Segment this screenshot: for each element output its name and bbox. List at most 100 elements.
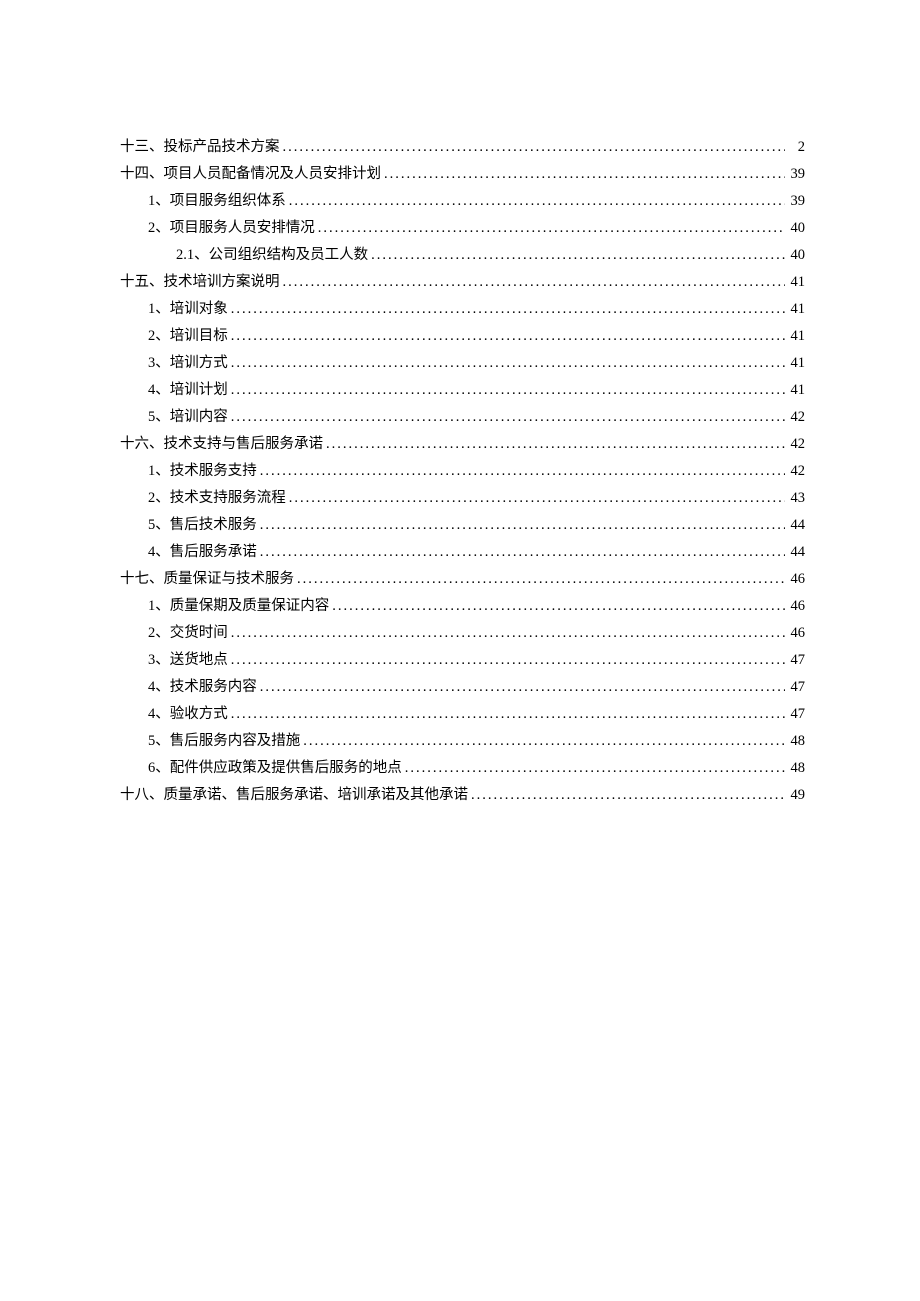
- toc-entry[interactable]: 3、送货地点 47: [120, 653, 805, 668]
- toc-entry-page: 46: [785, 572, 805, 587]
- toc-entry[interactable]: 3、培训方式 41: [120, 356, 805, 371]
- toc-entry-page: 40: [785, 248, 805, 263]
- toc-entry-page: 42: [785, 410, 805, 425]
- toc-entry-page: 44: [785, 518, 805, 533]
- toc-dot-leader: [228, 410, 785, 425]
- toc-dot-leader: [280, 275, 786, 290]
- toc-dot-leader: [257, 464, 785, 479]
- toc-entry-page: 46: [785, 599, 805, 614]
- toc-entry-title: 3、送货地点: [148, 653, 228, 668]
- toc-entry-page: 46: [785, 626, 805, 641]
- toc-dot-leader: [257, 680, 785, 695]
- toc-dot-leader: [257, 518, 785, 533]
- toc-dot-leader: [294, 572, 785, 587]
- toc-entry-page: 48: [785, 761, 805, 776]
- toc-dot-leader: [228, 707, 785, 722]
- toc-entry-page: 49: [785, 788, 805, 803]
- toc-entry-title: 1、培训对象: [148, 302, 228, 317]
- toc-entry-page: 41: [785, 302, 805, 317]
- toc-dot-leader: [323, 437, 785, 452]
- toc-dot-leader: [402, 761, 785, 776]
- toc-entry-page: 48: [785, 734, 805, 749]
- toc-entry-page: 47: [785, 653, 805, 668]
- toc-entry-title: 4、售后服务承诺: [148, 545, 257, 560]
- toc-entry-title: 2、技术支持服务流程: [148, 491, 286, 506]
- toc-entry[interactable]: 5、售后服务内容及措施 48: [120, 734, 805, 749]
- toc-entry-title: 5、售后服务内容及措施: [148, 734, 300, 749]
- toc-entry[interactable]: 4、培训计划 41: [120, 383, 805, 398]
- toc-entry-title: 2、交货时间: [148, 626, 228, 641]
- toc-entry[interactable]: 4、验收方式 47: [120, 707, 805, 722]
- toc-dot-leader: [280, 140, 786, 155]
- toc-entry-page: 39: [785, 194, 805, 209]
- toc-entry-title: 6、配件供应政策及提供售后服务的地点: [148, 761, 402, 776]
- toc-dot-leader: [315, 221, 785, 236]
- toc-entry-title: 十三、投标产品技术方案: [120, 140, 280, 155]
- toc-entry[interactable]: 十三、投标产品技术方案 2: [120, 140, 805, 155]
- toc-entry-title: 2、培训目标: [148, 329, 228, 344]
- toc-entry[interactable]: 1、项目服务组织体系 39: [120, 194, 805, 209]
- toc-entry[interactable]: 1、技术服务支持 42: [120, 464, 805, 479]
- toc-dot-leader: [286, 491, 785, 506]
- toc-entry-title: 2.1、公司组织结构及员工人数: [176, 248, 368, 263]
- toc-dot-leader: [228, 626, 785, 641]
- toc-dot-leader: [286, 194, 785, 209]
- toc-entry-title: 1、项目服务组织体系: [148, 194, 286, 209]
- toc-entry-page: 41: [785, 329, 805, 344]
- toc-entry[interactable]: 十八、质量承诺、售后服务承诺、培训承诺及其他承诺 49: [120, 788, 805, 803]
- toc-entry-title: 十四、项目人员配备情况及人员安排计划: [120, 167, 381, 182]
- toc-dot-leader: [228, 329, 785, 344]
- toc-entry-page: 44: [785, 545, 805, 560]
- toc-entry-title: 2、项目服务人员安排情况: [148, 221, 315, 236]
- toc-dot-leader: [300, 734, 785, 749]
- toc-entry-title: 十八、质量承诺、售后服务承诺、培训承诺及其他承诺: [120, 788, 468, 803]
- toc-entry-title: 3、培训方式: [148, 356, 228, 371]
- toc-dot-leader: [329, 599, 785, 614]
- toc-entry-title: 4、技术服务内容: [148, 680, 257, 695]
- toc-entry-page: 43: [785, 491, 805, 506]
- toc-entry-page: 42: [785, 437, 805, 452]
- toc-dot-leader: [228, 356, 785, 371]
- toc-dot-leader: [228, 653, 785, 668]
- toc-entry-page: 41: [785, 356, 805, 371]
- toc-dot-leader: [228, 383, 785, 398]
- toc-entry[interactable]: 1、培训对象 41: [120, 302, 805, 317]
- toc-entry-page: 2: [785, 140, 805, 155]
- toc-entry-page: 40: [785, 221, 805, 236]
- toc-entry[interactable]: 十七、质量保证与技术服务 46: [120, 572, 805, 587]
- toc-entry[interactable]: 2、交货时间 46: [120, 626, 805, 641]
- toc-entry-title: 5、培训内容: [148, 410, 228, 425]
- toc-entry[interactable]: 5、售后技术服务 44: [120, 518, 805, 533]
- toc-dot-leader: [381, 167, 785, 182]
- toc-dot-leader: [468, 788, 785, 803]
- toc-entry[interactable]: 1、质量保期及质量保证内容 46: [120, 599, 805, 614]
- toc-entry-title: 十六、技术支持与售后服务承诺: [120, 437, 323, 452]
- toc-entry-title: 4、培训计划: [148, 383, 228, 398]
- toc-entry-title: 1、质量保期及质量保证内容: [148, 599, 329, 614]
- toc-entry-title: 十七、质量保证与技术服务: [120, 572, 294, 587]
- toc-entry-title: 十五、技术培训方案说明: [120, 275, 280, 290]
- table-of-contents: 十三、投标产品技术方案2十四、项目人员配备情况及人员安排计划391、项目服务组织…: [120, 140, 805, 803]
- toc-entry-page: 41: [785, 383, 805, 398]
- toc-entry[interactable]: 十四、项目人员配备情况及人员安排计划 39: [120, 167, 805, 182]
- toc-entry-page: 42: [785, 464, 805, 479]
- toc-entry[interactable]: 十五、技术培训方案说明 41: [120, 275, 805, 290]
- toc-entry[interactable]: 2、项目服务人员安排情况 40: [120, 221, 805, 236]
- toc-entry[interactable]: 6、配件供应政策及提供售后服务的地点 48: [120, 761, 805, 776]
- toc-entry-page: 39: [785, 167, 805, 182]
- toc-entry-title: 5、售后技术服务: [148, 518, 257, 533]
- toc-entry[interactable]: 2、技术支持服务流程 43: [120, 491, 805, 506]
- toc-entry[interactable]: 4、技术服务内容 47: [120, 680, 805, 695]
- toc-entry[interactable]: 5、培训内容 42: [120, 410, 805, 425]
- toc-dot-leader: [228, 302, 785, 317]
- toc-entry-page: 47: [785, 707, 805, 722]
- toc-entry[interactable]: 十六、技术支持与售后服务承诺 42: [120, 437, 805, 452]
- toc-entry[interactable]: 2.1、公司组织结构及员工人数 40: [120, 248, 805, 263]
- toc-entry-title: 4、验收方式: [148, 707, 228, 722]
- toc-entry-page: 41: [785, 275, 805, 290]
- toc-entry[interactable]: 4、售后服务承诺 44: [120, 545, 805, 560]
- toc-dot-leader: [368, 248, 785, 263]
- toc-entry-title: 1、技术服务支持: [148, 464, 257, 479]
- toc-entry-page: 47: [785, 680, 805, 695]
- toc-entry[interactable]: 2、培训目标 41: [120, 329, 805, 344]
